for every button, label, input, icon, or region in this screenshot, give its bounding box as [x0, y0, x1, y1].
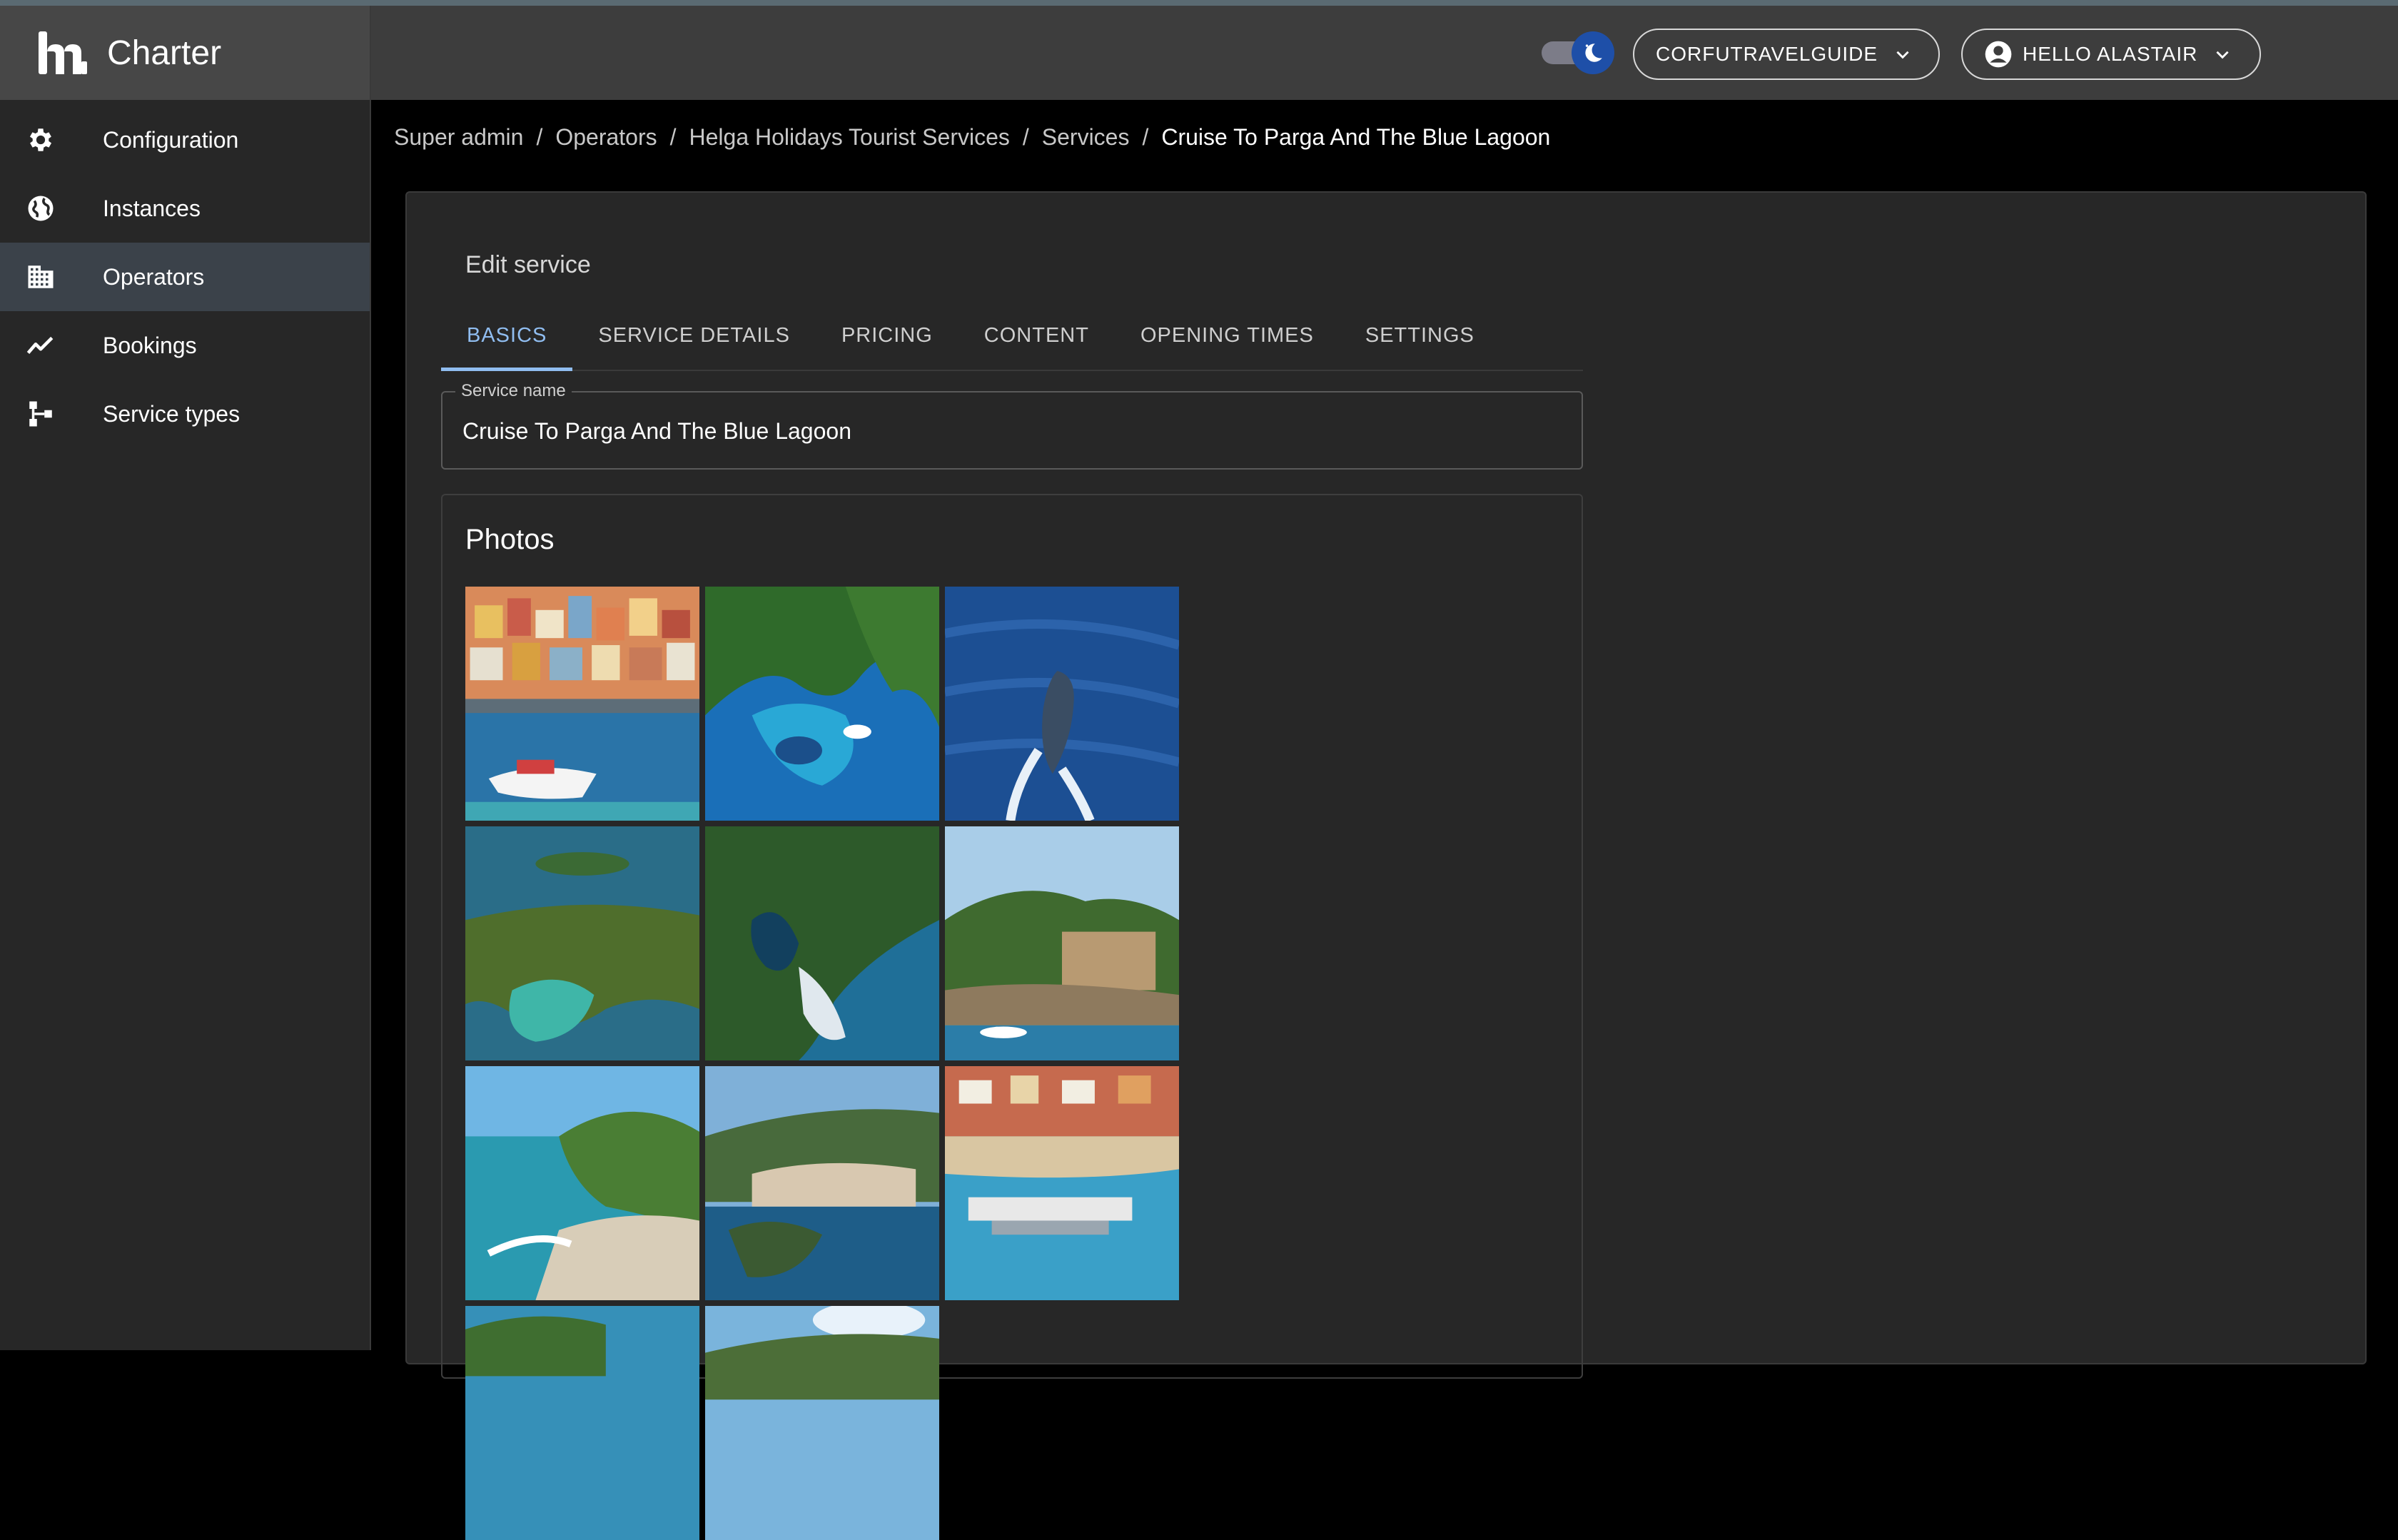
breadcrumb-separator: /: [1142, 124, 1149, 150]
sidebar-item-label: Bookings: [103, 332, 197, 358]
photo-image: [705, 1066, 939, 1300]
photo-image: [705, 1306, 939, 1540]
edit-service-card: Edit service BASICS SERVICE DETAILS PRIC…: [405, 191, 2367, 1540]
breadcrumb-separator: /: [536, 124, 543, 150]
sidebar-item-service-types[interactable]: Service types: [0, 380, 370, 448]
sidebar-item-label: Operators: [103, 263, 205, 290]
photo-thumbnail[interactable]: [945, 587, 1179, 821]
tab-opening-times[interactable]: OPENING TIMES: [1115, 301, 1340, 370]
photo-image: [705, 826, 939, 1060]
instance-selector-label: CORFUTRAVELGUIDE: [1656, 43, 1878, 65]
photo-image: [945, 826, 1179, 1060]
service-name-input[interactable]: [461, 392, 1563, 470]
account-circle-icon: [1985, 41, 2012, 68]
window-top-bar: [0, 0, 2398, 6]
page-title: Edit service: [465, 251, 591, 278]
breadcrumb-separator: /: [669, 124, 677, 150]
photo-thumbnail[interactable]: [465, 587, 699, 821]
moon-icon: [1585, 44, 1602, 62]
chevron-down-icon: [2216, 51, 2229, 59]
photo-image: [465, 1306, 699, 1540]
photo-thumbnail[interactable]: [465, 826, 699, 1060]
photos-title: Photos: [465, 524, 555, 555]
charter-logo-icon: [39, 31, 87, 74]
breadcrumb-services[interactable]: Services: [1042, 124, 1130, 151]
photo-thumbnail[interactable]: [705, 826, 939, 1060]
photo-image: [465, 1066, 699, 1300]
photo-thumbnail[interactable]: [945, 826, 1179, 1060]
breadcrumb: Super admin / Operators / Helga Holidays…: [394, 124, 1550, 151]
chevron-down-icon: [1896, 51, 1909, 59]
globe-icon: [26, 193, 56, 223]
theme-toggle[interactable]: [1542, 31, 1614, 74]
sidebar-item-configuration[interactable]: Configuration: [0, 106, 370, 174]
trend-icon: [26, 330, 56, 360]
user-menu-button[interactable]: HELLO ALASTAIR: [1961, 29, 2261, 80]
top-header: CORFUTRAVELGUIDE HELLO ALASTAIR: [371, 6, 2398, 100]
photo-thumbnail[interactable]: [705, 587, 939, 821]
sidebar-item-label: Configuration: [103, 126, 239, 153]
photo-thumbnail[interactable]: [705, 1306, 939, 1540]
toggle-thumb: [1572, 31, 1614, 74]
tab-content[interactable]: CONTENT: [958, 301, 1115, 370]
sidebar-nav: Configuration Instances Operators Bookin…: [0, 106, 370, 448]
sidebar-item-operators[interactable]: Operators: [0, 243, 370, 311]
photo-image: [465, 826, 699, 1060]
tab-service-details[interactable]: SERVICE DETAILS: [572, 301, 816, 370]
tab-basics[interactable]: BASICS: [441, 301, 573, 371]
photos-section: Photos: [441, 494, 1583, 1540]
app-name: Charter: [107, 34, 222, 72]
service-name-field: Service name: [441, 381, 1583, 470]
breadcrumb-operator[interactable]: Helga Holidays Tourist Services: [689, 124, 1010, 151]
instance-selector[interactable]: CORFUTRAVELGUIDE: [1633, 29, 1940, 80]
tab-pricing[interactable]: PRICING: [816, 301, 958, 370]
sidebar-item-label: Instances: [103, 195, 201, 221]
tab-settings[interactable]: SETTINGS: [1340, 301, 1500, 370]
sidebar-item-instances[interactable]: Instances: [0, 174, 370, 243]
breadcrumb-separator: /: [1022, 124, 1029, 150]
breadcrumb-super-admin[interactable]: Super admin: [394, 124, 523, 151]
building-icon: [26, 262, 56, 292]
photo-image: [705, 587, 939, 821]
sidebar-item-bookings[interactable]: Bookings: [0, 311, 370, 380]
photo-thumbnail[interactable]: [705, 1066, 939, 1300]
photo-thumbnail[interactable]: [945, 1066, 1179, 1300]
photo-image: [465, 587, 699, 821]
user-menu-label: HELLO ALASTAIR: [2023, 43, 2198, 65]
photo-image: [945, 1066, 1179, 1300]
editor-tabs: BASICS SERVICE DETAILS PRICING CONTENT O…: [441, 301, 1583, 371]
sidebar: Charter Configuration Instances Operator…: [0, 6, 371, 1350]
breadcrumb-operators[interactable]: Operators: [555, 124, 657, 151]
breadcrumb-current: Cruise To Parga And The Blue Lagoon: [1161, 124, 1551, 150]
hierarchy-icon: [26, 399, 56, 429]
brand[interactable]: Charter: [0, 6, 370, 100]
photo-thumbnail[interactable]: [465, 1066, 699, 1300]
photo-image: [945, 587, 1179, 821]
gear-icon: [26, 125, 56, 155]
sidebar-item-label: Service types: [103, 400, 241, 427]
photo-thumbnail[interactable]: [465, 1306, 699, 1540]
